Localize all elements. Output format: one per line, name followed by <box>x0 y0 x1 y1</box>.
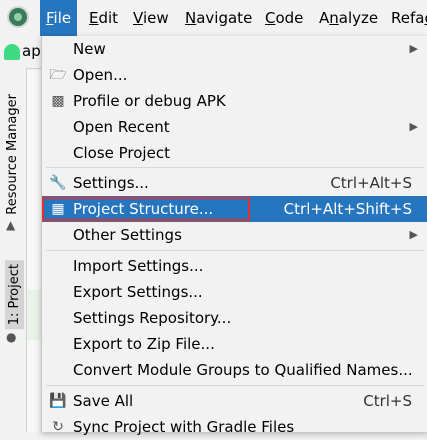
menu-item-other-settings[interactable]: Other Settings ▶ <box>42 222 427 248</box>
menu-file-rest: ile <box>53 9 72 27</box>
menu-navigate[interactable]: Navigate <box>179 0 258 36</box>
menu-item-profile-debug-apk[interactable]: ▩ Profile or debug APK <box>42 88 427 114</box>
file-menu-dropdown: New ▶ 🗁 Open... ▩ Profile or debug APK O… <box>41 36 427 436</box>
menu-item-sync-gradle[interactable]: ↻ Sync Project with Gradle Files <box>42 414 427 440</box>
menu-item-open[interactable]: 🗁 Open... <box>42 62 427 88</box>
menu-separator <box>46 167 424 168</box>
project-breadcrumb[interactable]: ap <box>22 42 41 60</box>
menu-item-new[interactable]: New ▶ <box>42 36 427 62</box>
menu-file[interactable]: File <box>40 0 78 36</box>
resource-manager-tab[interactable]: Resource Manager <box>5 94 20 215</box>
menu-item-settings-shortcut: Ctrl+Alt+S <box>330 174 412 192</box>
menu-view[interactable]: View <box>127 0 175 36</box>
menu-navigate-mnemonic: N <box>185 9 197 27</box>
menu-analyze-pre: A <box>319 9 330 27</box>
menu-refactor[interactable]: Refac <box>385 0 427 36</box>
android-module-icon <box>4 44 20 60</box>
menu-edit-rest: dit <box>98 9 119 27</box>
menu-item-open-recent-label: Open Recent <box>73 118 170 136</box>
menu-item-project-structure[interactable]: ▦ Project Structure... Ctrl+Alt+Shift+S <box>42 196 427 222</box>
menu-item-import-settings[interactable]: Import Settings... <box>42 253 427 279</box>
submenu-arrow-icon: ▶ <box>409 42 418 55</box>
menu-item-close-project[interactable]: Close Project <box>42 140 427 166</box>
apk-icon: ▩ <box>51 93 65 109</box>
menu-item-save-all[interactable]: 💾 Save All Ctrl+S <box>42 388 427 414</box>
menu-separator <box>46 250 424 251</box>
folder-open-icon: 🗁 <box>49 67 67 83</box>
menu-item-settings-repository[interactable]: Settings Repository... <box>42 305 427 331</box>
menu-file-mnemonic: F <box>46 9 54 27</box>
menu-item-settings-label: Settings... <box>73 174 149 192</box>
project-panel <box>27 70 42 432</box>
menu-item-save-all-shortcut: Ctrl+S <box>363 392 412 410</box>
left-tool-window-bar: Resource Manager ▲ 1: Project ● <box>0 68 27 432</box>
menu-item-profile-debug-apk-label: Profile or debug APK <box>73 92 226 110</box>
menu-edit[interactable]: Edit <box>83 0 124 36</box>
gradle-sync-icon: ↻ <box>52 419 64 435</box>
menu-item-project-structure-shortcut: Ctrl+Alt+Shift+S <box>283 200 412 218</box>
project-tab[interactable]: 1: Project <box>5 260 24 330</box>
menu-item-export-settings[interactable]: Export Settings... <box>42 279 427 305</box>
android-studio-logo-icon <box>7 6 29 28</box>
menu-item-settings[interactable]: 🔧 Settings... Ctrl+Alt+S <box>42 170 427 196</box>
project-icon: ● <box>6 330 17 344</box>
submenu-arrow-icon: ▶ <box>409 120 418 133</box>
menu-item-sync-gradle-label: Sync Project with Gradle Files <box>73 418 295 436</box>
menu-item-open-label: Open... <box>73 66 128 84</box>
menu-code-rest: ode <box>275 9 304 27</box>
menu-item-settings-repository-label: Settings Repository... <box>73 309 232 327</box>
menu-separator <box>46 385 424 386</box>
menu-item-close-project-label: Close Project <box>73 144 170 162</box>
menu-code[interactable]: Code <box>259 0 309 36</box>
selected-tree-row <box>27 290 42 340</box>
menu-item-save-all-label: Save All <box>73 392 134 410</box>
menu-analyze[interactable]: Analyze <box>313 0 384 36</box>
menu-item-convert-module-groups-label: Convert Module Groups to Qualified Names… <box>73 361 413 379</box>
menu-analyze-mnemonic: n <box>329 9 339 27</box>
menu-item-other-settings-label: Other Settings <box>73 226 182 244</box>
menu-view-rest: iew <box>142 9 169 27</box>
wrench-icon: 🔧 <box>49 175 67 191</box>
save-icon: 💾 <box>49 393 67 409</box>
menu-item-export-zip-label: Export to Zip File... <box>73 335 215 353</box>
submenu-arrow-icon: ▶ <box>409 228 418 241</box>
menu-item-export-settings-label: Export Settings... <box>73 283 203 301</box>
menu-item-import-settings-label: Import Settings... <box>73 257 204 275</box>
menu-item-project-structure-label: Project Structure... <box>73 200 214 218</box>
resource-manager-icon: ▲ <box>6 218 16 232</box>
menu-navigate-rest: avigate <box>196 9 253 27</box>
menu-code-mnemonic: C <box>265 9 276 27</box>
menu-item-open-recent[interactable]: Open Recent ▶ <box>42 114 427 140</box>
menu-item-convert-module-groups[interactable]: Convert Module Groups to Qualified Names… <box>42 357 427 383</box>
menu-item-export-zip[interactable]: Export to Zip File... <box>42 331 427 357</box>
project-structure-icon: ▦ <box>51 201 65 217</box>
menu-view-mnemonic: V <box>133 9 143 27</box>
menu-bar: File Edit View Navigate Code Analyze Ref… <box>0 0 427 36</box>
menu-refactor-pre: Refa <box>391 9 425 27</box>
menu-item-new-label: New <box>73 40 106 58</box>
menu-analyze-rest: alyze <box>338 9 379 27</box>
